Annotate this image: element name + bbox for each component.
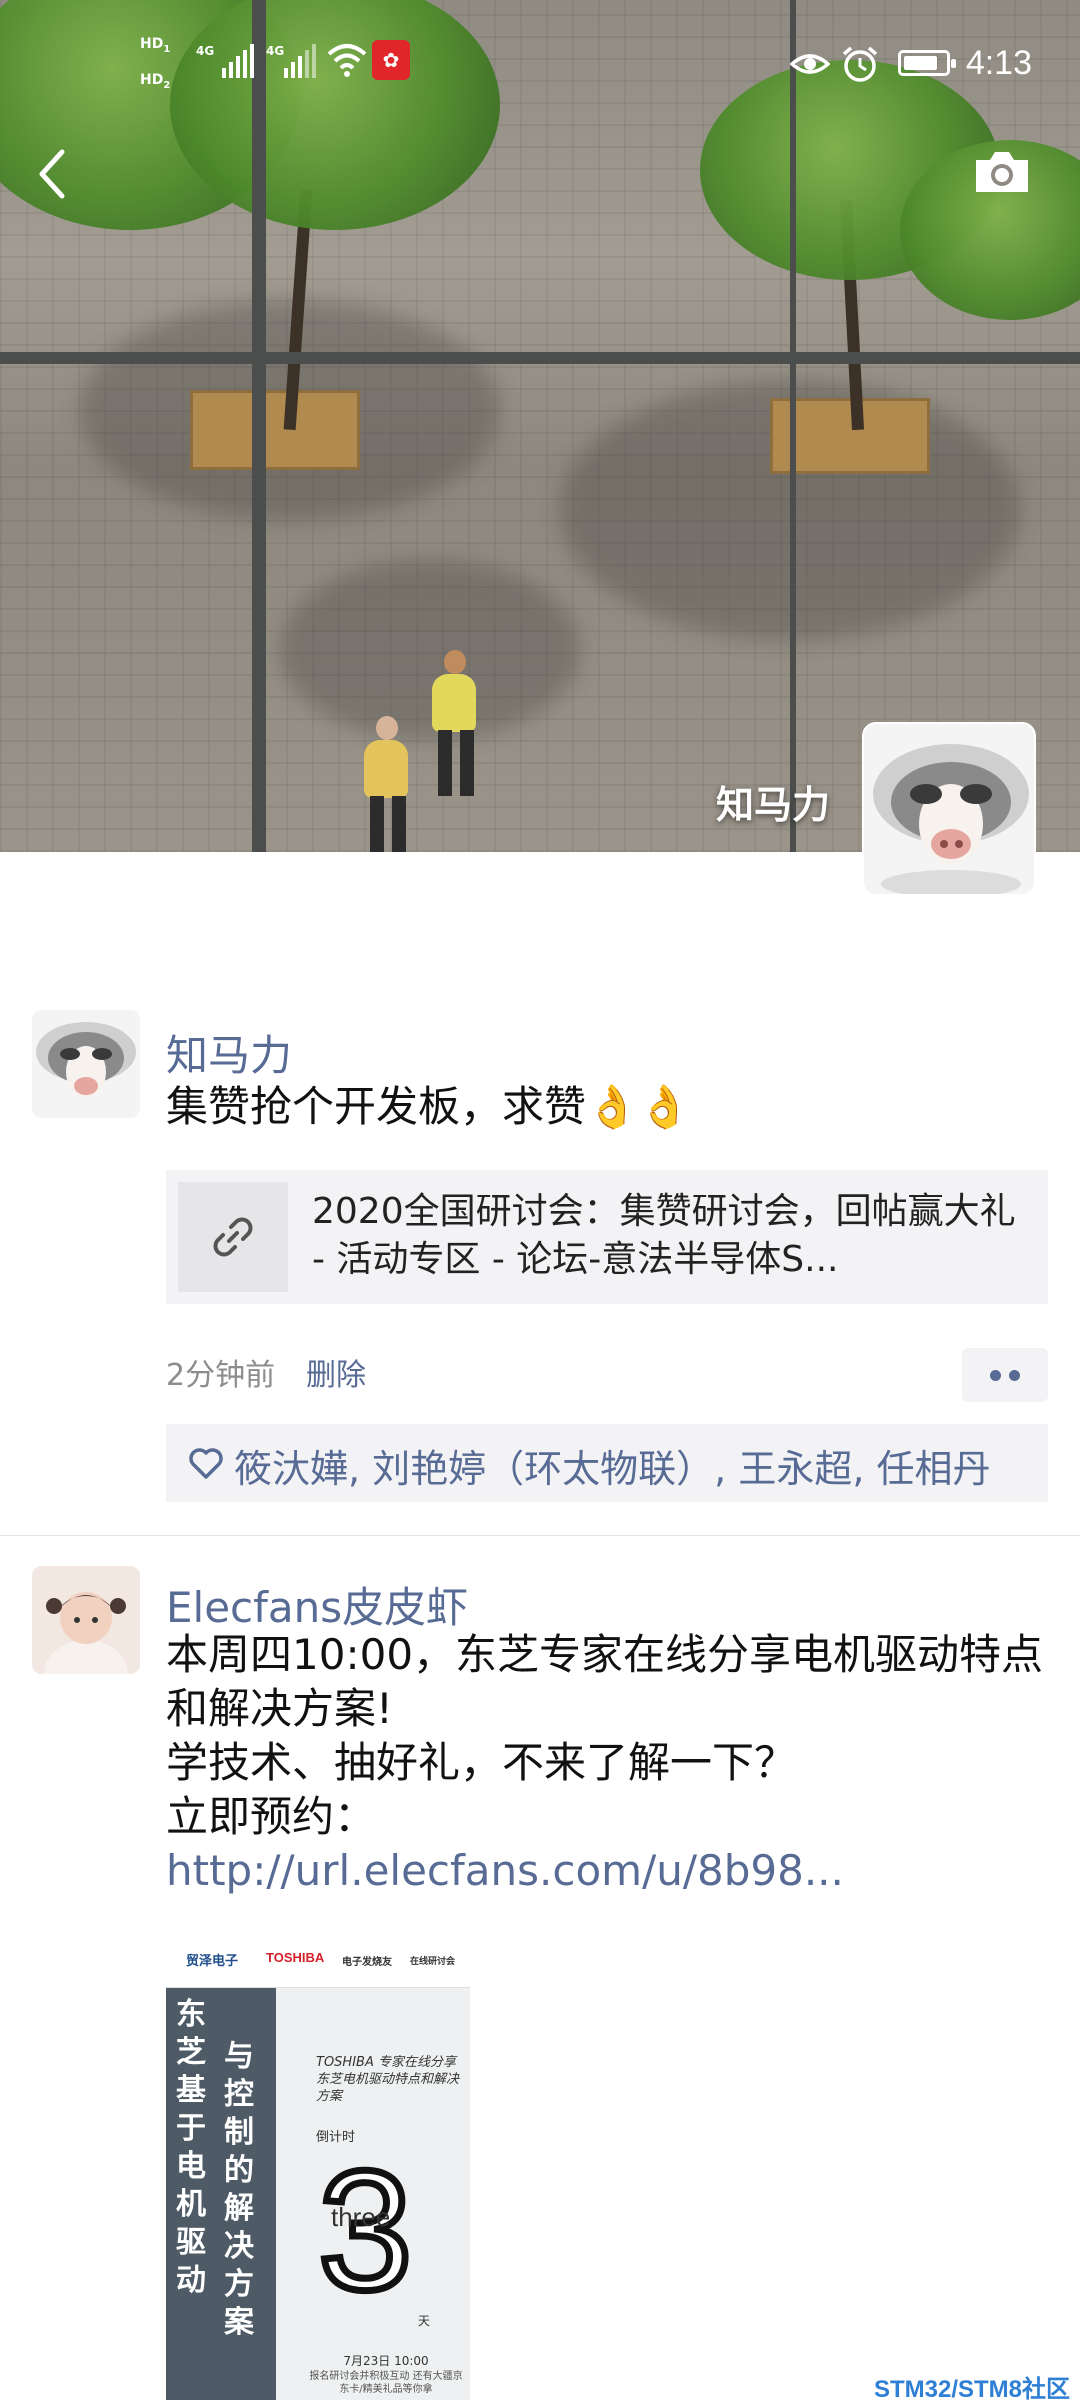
eye-comfort-icon [790, 54, 830, 74]
alarm-icon [842, 46, 878, 82]
network-type-2: 4G [266, 44, 285, 58]
post-image[interactable]: 贸泽电子 TOSHIBA 电子发烧友 在线研讨会 东芝基于电机驱动 与控制的解决… [166, 1934, 470, 2400]
post-time: 2分钟前 [166, 1358, 276, 1393]
avatar[interactable] [32, 1010, 140, 1118]
post-nickname[interactable]: Elecfans皮皮虾 [166, 1574, 468, 1635]
post-text: 本周四10:00，东芝专家在线分享电机驱动特点和解决方案! 学技术、抽好礼，不来… [166, 1628, 1046, 1898]
pedestrian [430, 650, 490, 810]
pig-avatar-image [864, 724, 1034, 894]
poster-title-left: 东芝基于电机驱动 [176, 1997, 206, 2298]
watermark-line: STM32/STM8社区 [873, 2376, 1070, 2400]
post-text-line: 立即预约： [166, 1792, 377, 1841]
post-divider [0, 1535, 1080, 1536]
heart-icon [189, 1448, 223, 1479]
countdown-unit: 天 [418, 2314, 431, 2328]
back-icon[interactable] [32, 146, 72, 202]
link-title: 2020全国研讨会：集赞研讨会，回帖赢大礼 - 活动专区 - 论坛-意法半导体S… [312, 1191, 1016, 1280]
window-frame [0, 352, 1080, 364]
app-notification-icon: ✿ [372, 40, 410, 80]
tree-planter [190, 390, 360, 470]
pedestrian [362, 716, 422, 852]
camera-icon[interactable] [972, 148, 1032, 196]
link-icon [213, 1217, 253, 1257]
likes-bar: 筱汏嬅, 刘艳婷（环太物联）, 王永超, 任相丹 [166, 1424, 1048, 1502]
post-nickname[interactable]: 知马力 [166, 1022, 292, 1083]
countdown-word: three [331, 2202, 391, 2232]
pig-avatar-image [32, 1010, 140, 1118]
moment-post: Elecfans皮皮虾 本周四10:00，东芝专家在线分享电机驱动特点和解决方案… [0, 1566, 1080, 2400]
avatar[interactable] [32, 1566, 140, 1674]
poster-header: 贸泽电子 TOSHIBA 电子发烧友 在线研讨会 [166, 1934, 470, 1988]
child-avatar-image [32, 1566, 140, 1674]
poster-brand: TOSHIBA [266, 1950, 325, 1965]
poster-note: 报名研讨会并积极互动 还有大疆京东卡/精美礼品等你拿 [309, 2371, 463, 2395]
poster-subtitle: TOSHIBA 专家在线分享东芝电机驱动特点和解决方案 [316, 2055, 460, 2104]
poster-date: 7月23日 10:00 [343, 2354, 429, 2368]
watermark: STM32/STM8社区 [874, 2378, 1070, 2400]
signal-icon [284, 44, 316, 78]
cover-username: 知马力 [715, 783, 830, 827]
more-actions-button[interactable] [962, 1348, 1048, 1402]
link-thumbnail [178, 1182, 288, 1292]
poster-title-right: 与控制的解决方案 [224, 2039, 254, 2340]
likes-names[interactable]: 筱汏嬅, 刘艳婷（环太物联）, 王永超, 任相丹 [234, 1438, 990, 1493]
window-frame [790, 0, 796, 852]
post-text-line: 学技术、抽好礼，不来了解一下？ [166, 1738, 797, 1787]
post-link[interactable]: http://url.elecfans.com/u/8b98... [166, 1844, 1046, 1898]
window-frame [252, 0, 266, 852]
battery-icon [898, 50, 956, 76]
hd-indicator-2: HD2 [140, 72, 171, 91]
signal-icon [222, 44, 254, 78]
moment-post: 知马力 集赞抢个开发板，求赞👌👌 2020全国研讨会：集赞研讨会，回帖赢大礼 -… [0, 1010, 1080, 1530]
shared-link-card[interactable]: 2020全国研讨会：集赞研讨会，回帖赢大礼 - 活动专区 - 论坛-意法半导体S… [166, 1170, 1048, 1304]
avatar[interactable] [862, 722, 1036, 896]
delete-button[interactable]: 删除 [306, 1350, 366, 1394]
network-type-1: 4G [196, 44, 215, 58]
poster-brand: 电子发烧友 [342, 1957, 392, 1968]
hd-indicator-1: HD1 [140, 36, 171, 55]
wifi-icon [327, 44, 367, 77]
post-text-line: 本周四10:00，东芝专家在线分享电机驱动特点和解决方案! [166, 1630, 1044, 1733]
poster-brand: 在线研讨会 [410, 1956, 456, 1966]
poster-brand: 贸泽电子 [186, 1953, 239, 1968]
status-bar: HD1 HD2 4G 4G ✿ 4:13 [0, 30, 1080, 100]
clock: 4:13 [965, 44, 1032, 82]
post-text: 集赞抢个开发板，求赞👌👌 [166, 1082, 691, 1131]
